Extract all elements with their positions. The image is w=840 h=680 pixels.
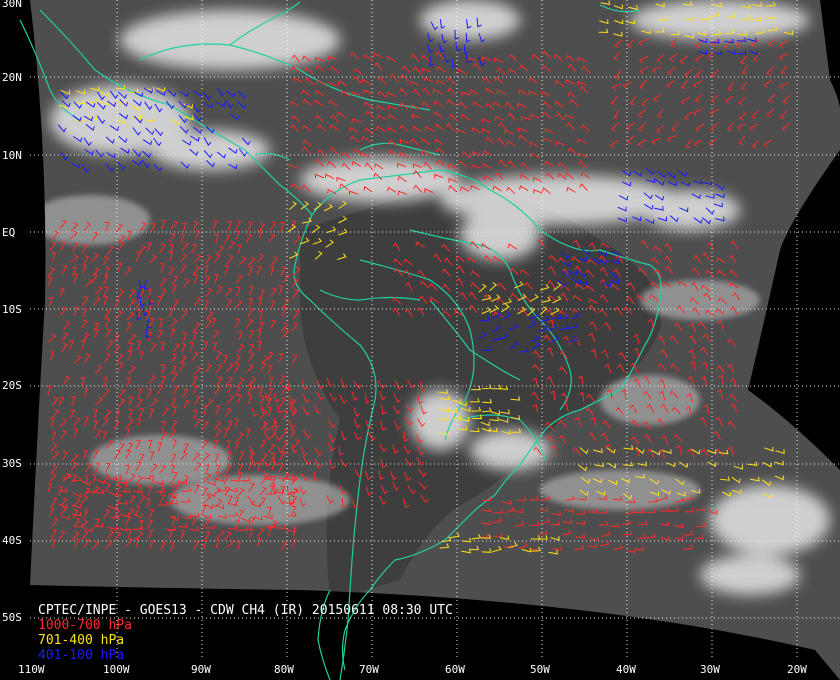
lon-label-100w: 100W [103,663,130,676]
lon-label-30w: 30W [700,663,720,676]
lat-label-30n: 30N [2,0,22,10]
lat-label-20n: 20N [2,71,22,84]
lon-label-110w: 110W [18,663,45,676]
lon-label-70w: 70W [359,663,379,676]
satellite-wind-map: 30N 20N 10N EQ 10S 20S 30S 40S 50S 110W … [0,0,840,680]
lat-label-20s: 20S [2,379,22,392]
lat-label-50s: 50S [2,611,22,624]
legend-upper-level: 401-100 hPa [38,648,125,663]
lat-label-10n: 10N [2,149,22,162]
lat-label-10s: 10S [2,303,22,316]
map-canvas [19,0,840,680]
legend-low-level: 1000-700 hPa [38,618,132,633]
lon-label-20w: 20W [787,663,807,676]
legend-mid-level: 701-400 hPa [38,633,125,648]
image-caption: CPTEC/INPE - GOES13 - CDW CH4 (IR) 20150… [38,603,453,618]
lon-label-40w: 40W [616,663,636,676]
lon-label-60w: 60W [445,663,465,676]
lon-label-80w: 80W [274,663,294,676]
lat-label-eq: EQ [2,226,16,239]
lon-label-50w: 50W [530,663,550,676]
lat-label-30s: 30S [2,457,22,470]
lon-label-90w: 90W [191,663,211,676]
lat-label-40s: 40S [2,534,22,547]
